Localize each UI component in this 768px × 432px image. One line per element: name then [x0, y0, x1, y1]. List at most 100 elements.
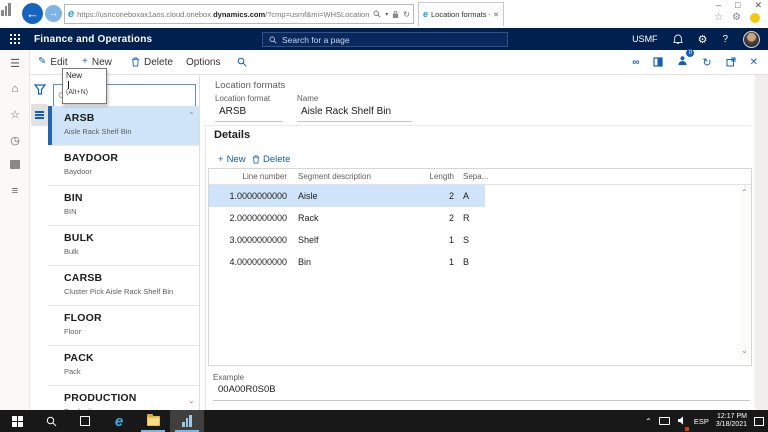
- list-item[interactable]: BULKBulk: [48, 226, 200, 266]
- refresh-icon[interactable]: ↻: [702, 56, 711, 69]
- table-row[interactable]: 1.0000000000Aisle2A: [209, 185, 485, 207]
- taskbar-search-button[interactable]: [34, 410, 68, 432]
- filter-funnel-icon[interactable]: [34, 84, 46, 95]
- taskbar-dynamics-button[interactable]: [170, 410, 204, 432]
- trash-icon: [252, 155, 260, 164]
- close-page-icon[interactable]: ✕: [750, 57, 758, 68]
- col-line-number[interactable]: Line number: [209, 172, 291, 181]
- taskbar-explorer-button[interactable]: [136, 410, 170, 432]
- list-item[interactable]: BINBIN: [48, 186, 200, 226]
- user-avatar[interactable]: [743, 31, 760, 48]
- cell-segment-description[interactable]: Aisle: [291, 191, 399, 201]
- list-item[interactable]: BAYDOORBaydoor: [48, 146, 200, 186]
- grid-scroll-down-icon[interactable]: ⌄: [741, 347, 749, 355]
- name-value[interactable]: Aisle Rack Shelf Bin: [297, 106, 412, 117]
- right-gutter: [755, 75, 768, 410]
- name-field[interactable]: Name Aisle Rack Shelf Bin: [297, 94, 412, 122]
- browser-tab[interactable]: e Location formats -- Finance... ✕: [418, 2, 504, 26]
- network-icon[interactable]: [659, 417, 670, 425]
- browser-settings-gear-icon[interactable]: ⚙: [732, 12, 741, 23]
- address-dropdown-icon[interactable]: ▾: [385, 11, 388, 18]
- cell-segment-description[interactable]: Shelf: [291, 235, 399, 245]
- cell-length[interactable]: 1: [399, 257, 457, 267]
- refresh-page-icon[interactable]: ↻: [403, 10, 410, 19]
- office-app-icon[interactable]: [653, 57, 663, 67]
- list-scroll-up-icon[interactable]: ⌃: [188, 112, 196, 120]
- cell-segment-description[interactable]: Rack: [291, 213, 399, 223]
- company-picker[interactable]: USMF: [632, 34, 658, 44]
- cell-segment-description[interactable]: Bin: [291, 257, 399, 267]
- cell-line-number[interactable]: 2.0000000000: [209, 213, 291, 223]
- taskbar-ie-button[interactable]: e: [102, 410, 136, 432]
- favorites-star-icon[interactable]: ☆: [714, 12, 723, 23]
- window-minimize-button[interactable]: –: [716, 0, 721, 11]
- browser-address-bar[interactable]: e https://usnconeboxax1aos.cloud.onebox.…: [64, 4, 414, 24]
- grid-new-button[interactable]: + New: [218, 154, 246, 165]
- tooltip-caret: [68, 81, 69, 89]
- tab-close-icon[interactable]: ✕: [493, 11, 499, 19]
- messages-icon[interactable]: 0: [677, 53, 688, 71]
- windows-logo-icon: [12, 416, 23, 427]
- location-format-value[interactable]: ARSB: [215, 106, 283, 117]
- grid-delete-button[interactable]: Delete: [252, 154, 290, 165]
- table-row[interactable]: 2.0000000000Rack2R: [209, 207, 485, 229]
- grid-scrollbar[interactable]: ⌃ ⌄: [740, 187, 749, 359]
- task-view-button[interactable]: [68, 410, 102, 432]
- col-segment-description[interactable]: Segment description: [291, 172, 399, 181]
- action-center-icon[interactable]: [754, 417, 764, 426]
- list-item[interactable]: FLOORFloor: [48, 306, 200, 346]
- cell-length[interactable]: 1: [399, 235, 457, 245]
- help-icon[interactable]: ?: [722, 34, 728, 45]
- waffle-icon[interactable]: [10, 34, 20, 44]
- clock[interactable]: 12:17 PM 3/18/2021: [716, 413, 747, 429]
- workspaces-icon[interactable]: [0, 160, 30, 172]
- cell-line-number[interactable]: 1.0000000000: [209, 191, 291, 201]
- tray-show-hidden-icon[interactable]: ⌃: [645, 417, 652, 426]
- cell-length[interactable]: 2: [399, 213, 457, 223]
- window-close-button[interactable]: ✕: [754, 0, 762, 11]
- col-separator[interactable]: Sepa...: [457, 172, 485, 181]
- window-maximize-button[interactable]: □: [735, 0, 740, 11]
- cell-line-number[interactable]: 3.0000000000: [209, 235, 291, 245]
- toolbar-search-button[interactable]: [237, 50, 247, 74]
- nav-hamburger-icon[interactable]: ☰: [0, 57, 30, 70]
- bell-icon[interactable]: [673, 34, 683, 45]
- attachments-icon[interactable]: ∞: [632, 57, 639, 68]
- browser-forward-button[interactable]: →: [45, 5, 62, 22]
- cell-separator[interactable]: A: [457, 191, 485, 201]
- home-icon[interactable]: ⌂: [0, 83, 30, 95]
- cell-separator[interactable]: S: [457, 235, 485, 245]
- address-search-icon[interactable]: [373, 10, 381, 18]
- recent-clock-icon[interactable]: ◷: [0, 134, 30, 147]
- list-item[interactable]: CARSBCluster Pick Aisle Rack Shelf Bin: [48, 266, 200, 306]
- popout-icon[interactable]: [726, 57, 736, 67]
- list-scroll-down-icon[interactable]: ⌄: [188, 397, 196, 405]
- browser-back-button[interactable]: ←: [22, 3, 43, 24]
- options-button[interactable]: Options: [186, 50, 220, 74]
- cell-separator[interactable]: B: [457, 257, 485, 267]
- favorites-icon[interactable]: ☆: [0, 108, 30, 121]
- list-item[interactable]: ARSBAisle Rack Shelf Bin: [48, 106, 200, 146]
- collapse-pane-button[interactable]: [31, 104, 48, 126]
- volume-icon[interactable]: [677, 412, 687, 430]
- settings-gear-icon[interactable]: ⚙: [698, 33, 708, 46]
- smiley-feedback-icon[interactable]: [750, 13, 760, 23]
- cell-line-number[interactable]: 4.0000000000: [209, 257, 291, 267]
- page-search-input[interactable]: Search for a page: [262, 32, 508, 47]
- cell-length[interactable]: 2: [399, 191, 457, 201]
- modules-icon[interactable]: ≡: [0, 185, 30, 197]
- example-value: 00A00R0S0B: [213, 384, 750, 401]
- location-format-field[interactable]: Location format ARSB: [215, 94, 283, 122]
- table-row[interactable]: 3.0000000000Shelf1S: [209, 229, 485, 251]
- grid-scroll-up-icon[interactable]: ⌃: [741, 189, 749, 197]
- name-label: Name: [297, 94, 412, 103]
- keyboard-language[interactable]: ESP: [694, 417, 709, 426]
- table-row[interactable]: 4.0000000000Bin1B: [209, 251, 485, 273]
- list-item[interactable]: PRODUCTIONProduction: [48, 386, 200, 410]
- action-pane: ✎ Edit + New Delete Options ∞ 0 ↻ ✕: [0, 50, 768, 75]
- col-length[interactable]: Length: [399, 172, 457, 181]
- cell-separator[interactable]: R: [457, 213, 485, 223]
- delete-button[interactable]: Delete: [131, 50, 173, 74]
- list-item[interactable]: PACKPack: [48, 346, 200, 386]
- start-button[interactable]: [0, 410, 34, 432]
